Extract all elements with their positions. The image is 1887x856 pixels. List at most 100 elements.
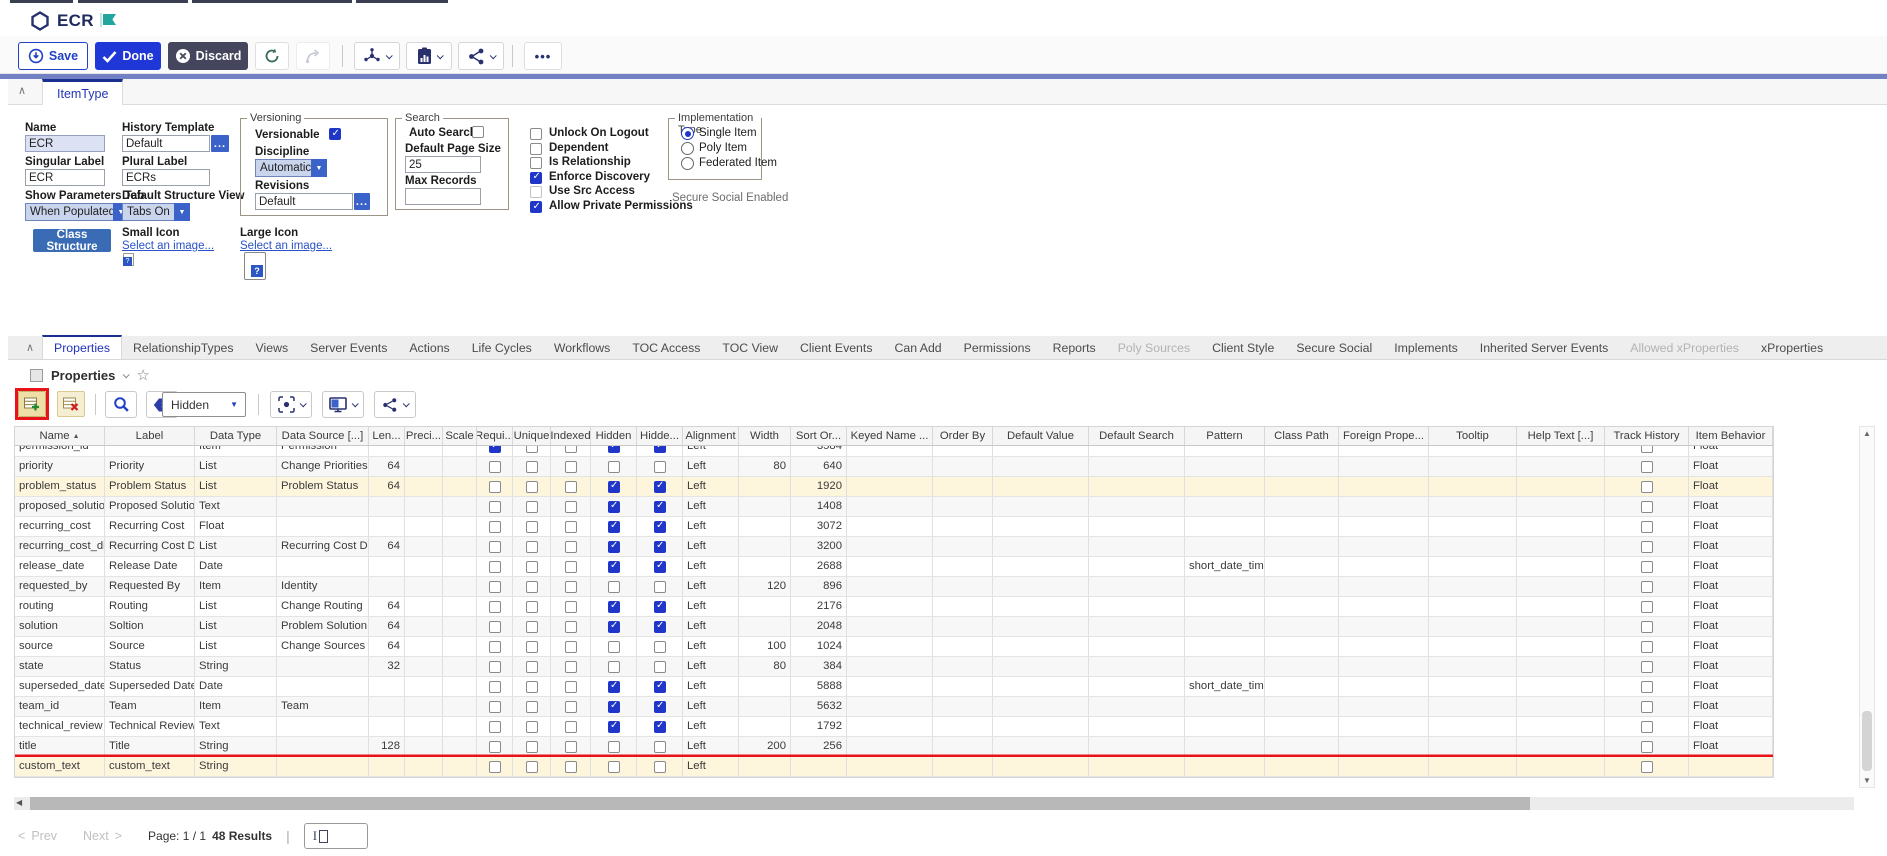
checkbox-unique[interactable]	[526, 701, 538, 713]
checkbox-indexed[interactable]	[565, 721, 577, 733]
column-header-width[interactable]: Width	[739, 427, 791, 445]
scroll-up-icon[interactable]: ▲	[1860, 429, 1874, 438]
checkbox-track_history[interactable]	[1641, 446, 1653, 453]
column-header-default_value[interactable]: Default Value	[993, 427, 1089, 445]
checkbox-hidden[interactable]	[608, 501, 620, 513]
checkbox-hidden2[interactable]	[654, 701, 666, 713]
checkbox-track_history[interactable]	[1641, 641, 1653, 653]
checkbox-track_history[interactable]	[1641, 521, 1653, 533]
default-page-size-field[interactable]: 25	[405, 156, 481, 173]
checkbox-hidden[interactable]	[608, 761, 620, 773]
checkbox-hidden2[interactable]	[654, 446, 666, 453]
flag-checkbox-is-relationship[interactable]	[530, 157, 542, 169]
checkbox-unique[interactable]	[526, 661, 538, 673]
column-header-class_path[interactable]: Class Path	[1265, 427, 1339, 445]
checkbox-hidden[interactable]	[608, 541, 620, 553]
checkbox-requi[interactable]	[489, 541, 501, 553]
checkbox-unique[interactable]	[526, 761, 538, 773]
checkbox-indexed[interactable]	[565, 481, 577, 493]
column-header-tooltip[interactable]: Tooltip	[1429, 427, 1517, 445]
column-header-preci[interactable]: Preci...	[405, 427, 443, 445]
checkbox-hidden[interactable]	[608, 481, 620, 493]
checkbox-requi[interactable]	[489, 741, 501, 753]
checkbox-hidden2[interactable]	[654, 461, 666, 473]
checkbox-unique[interactable]	[526, 721, 538, 733]
horizontal-scrollbar[interactable]: ◀	[14, 797, 1854, 810]
column-header-item_behavior[interactable]: Item Behavior	[1689, 427, 1773, 445]
column-header-name[interactable]: Name▲	[15, 427, 105, 445]
flag-checkbox-allow-private-permissions[interactable]	[530, 201, 542, 213]
checkbox-requi[interactable]	[489, 446, 501, 453]
tab-implements[interactable]: Implements	[1383, 335, 1469, 359]
tab-client-style[interactable]: Client Style	[1201, 335, 1285, 359]
checkbox-unique[interactable]	[526, 501, 538, 513]
property-row-source[interactable]: sourceSourceListChange Sources64Left1001…	[15, 637, 1773, 657]
tab-client-events[interactable]: Client Events	[789, 335, 883, 359]
chevron-down-icon[interactable]	[123, 371, 130, 378]
column-header-alignment[interactable]: Alignment	[683, 427, 739, 445]
column-header-scale[interactable]: Scale	[443, 427, 477, 445]
column-header-hidden[interactable]: Hidden	[591, 427, 637, 445]
flag-checkbox-unlock-on-logout[interactable]	[530, 128, 542, 140]
tab-inherited-server-events[interactable]: Inherited Server Events	[1469, 335, 1620, 359]
focus-view-button[interactable]	[270, 391, 312, 418]
plural-label-field[interactable]: ECRs	[122, 169, 210, 186]
checkbox-indexed[interactable]	[565, 761, 577, 773]
checkbox-unique[interactable]	[526, 601, 538, 613]
share-grid-button[interactable]	[374, 391, 416, 418]
scroll-down-icon[interactable]: ▼	[1860, 776, 1874, 785]
property-row-state[interactable]: stateStatusString32Left80384Float	[15, 657, 1773, 677]
checkbox-hidden2[interactable]	[654, 581, 666, 593]
checkbox-hidden2[interactable]	[654, 641, 666, 653]
checkbox-indexed[interactable]	[565, 501, 577, 513]
checkbox-requi[interactable]	[489, 461, 501, 473]
checkbox-hidden[interactable]	[608, 561, 620, 573]
column-header-requi[interactable]: Requi...	[477, 427, 513, 445]
checkbox-hidden2[interactable]	[654, 481, 666, 493]
class-structure-button[interactable]: Class Structure	[33, 229, 111, 252]
checkbox-hidden[interactable]	[608, 446, 620, 453]
checkbox-requi[interactable]	[489, 701, 501, 713]
property-row-permission_id[interactable]: permission_idItemPermissionLeft3584Float	[15, 446, 1773, 457]
checkbox-requi[interactable]	[489, 721, 501, 733]
flag-checkbox-dependent[interactable]	[530, 143, 542, 155]
tab-secure-social[interactable]: Secure Social	[1285, 335, 1383, 359]
delete-row-button[interactable]	[57, 391, 85, 417]
column-header-label[interactable]: Label	[105, 427, 195, 445]
checkbox-hidden[interactable]	[608, 521, 620, 533]
property-row-proposed_solution[interactable]: proposed_solutionProposed SolutionTextLe…	[15, 497, 1773, 517]
discipline-select[interactable]: Automatic▼	[255, 159, 327, 177]
checkbox-indexed[interactable]	[565, 701, 577, 713]
column-header-sort_order[interactable]: Sort Or...	[791, 427, 847, 445]
checkbox-unique[interactable]	[526, 461, 538, 473]
checkbox-track_history[interactable]	[1641, 621, 1653, 633]
checkbox-unique[interactable]	[526, 481, 538, 493]
column-header-help_text[interactable]: Help Text [...]	[1517, 427, 1605, 445]
reports-button[interactable]	[406, 42, 452, 70]
tab-life-cycles[interactable]: Life Cycles	[461, 335, 543, 359]
more-actions-button[interactable]: •••	[524, 42, 562, 70]
column-header-order_by[interactable]: Order By	[933, 427, 993, 445]
checkbox-track_history[interactable]	[1641, 541, 1653, 553]
checkbox-indexed[interactable]	[565, 561, 577, 573]
tab-workflows[interactable]: Workflows	[543, 335, 621, 359]
checkbox-unique[interactable]	[526, 541, 538, 553]
checkbox-requi[interactable]	[489, 561, 501, 573]
checkbox-track_history[interactable]	[1641, 741, 1653, 753]
column-header-default_search[interactable]: Default Search	[1089, 427, 1185, 445]
checkbox-hidden[interactable]	[608, 641, 620, 653]
checkbox-hidden[interactable]	[608, 581, 620, 593]
small-icon-select-link[interactable]: Select an image...	[122, 240, 214, 252]
tab-can-add[interactable]: Can Add	[883, 335, 952, 359]
property-row-release_date[interactable]: release_dateRelease DateDateLeft2688shor…	[15, 557, 1773, 577]
tab-reports[interactable]: Reports	[1042, 335, 1107, 359]
property-row-custom_text[interactable]: custom_textcustom_textStringLeft	[15, 757, 1773, 777]
checkbox-hidden2[interactable]	[654, 761, 666, 773]
checkbox-requi[interactable]	[489, 601, 501, 613]
property-row-problem_status[interactable]: problem_statusProblem StatusListProblem …	[15, 477, 1773, 497]
checkbox-track_history[interactable]	[1641, 481, 1653, 493]
checkbox-indexed[interactable]	[565, 681, 577, 693]
display-options-button[interactable]	[322, 391, 364, 418]
checkbox-track_history[interactable]	[1641, 501, 1653, 513]
checkbox-unique[interactable]	[526, 641, 538, 653]
